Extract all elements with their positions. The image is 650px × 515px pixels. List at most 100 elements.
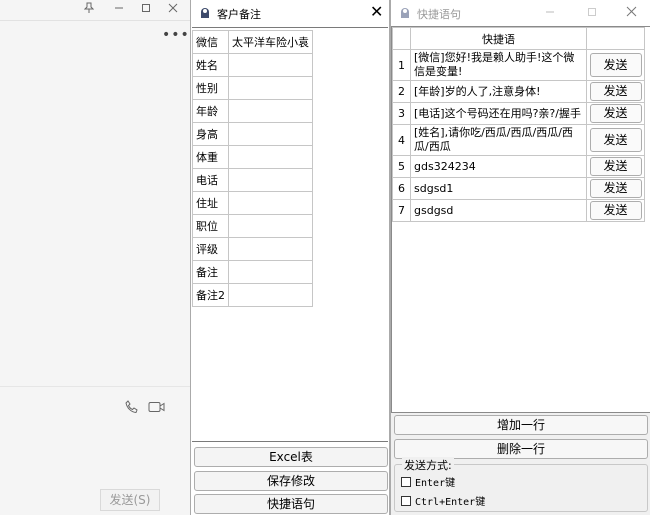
table-row: 4 [姓名],请你吃/西瓜/西瓜/西瓜/西瓜/西瓜 发送 xyxy=(392,124,645,156)
field-value-cell[interactable] xyxy=(228,283,313,307)
minimize-icon[interactable] xyxy=(541,5,559,21)
table-row: 微信 太平洋车险小袁 xyxy=(192,30,313,54)
phrase-cell[interactable]: [年龄]岁的人了,注意身体! xyxy=(410,80,587,103)
ctrl-enter-checkbox[interactable] xyxy=(401,496,411,506)
row-index: 3 xyxy=(392,102,411,125)
excel-button[interactable]: Excel表 xyxy=(194,447,388,467)
phrase-cell[interactable]: [电话]这个号码还在用吗?亲?/握手 xyxy=(410,102,587,125)
field-value-cell[interactable] xyxy=(228,191,313,215)
send-phrase-button[interactable]: 发送 xyxy=(589,179,642,198)
action-cell: 发送 xyxy=(586,199,645,222)
send-mode-legend: 发送方式: xyxy=(402,457,454,473)
row-index: 6 xyxy=(392,177,411,200)
action-cell: 发送 xyxy=(586,124,645,156)
send-mode-group: 发送方式: Enter键 Ctrl+Enter键 xyxy=(394,457,648,512)
table-row: 6 sdgsd1 发送 xyxy=(392,177,645,200)
more-icon[interactable]: ••• xyxy=(162,27,190,43)
table-row: 体重 xyxy=(192,145,313,169)
ctrl-enter-option[interactable]: Ctrl+Enter键 xyxy=(401,493,485,508)
notes-grid: 微信 太平洋车险小袁 姓名 性别 年龄 身高 体重 电话 住址 职位 评级 备注 备注2 xyxy=(192,27,388,442)
quick-title: 快捷语句 xyxy=(417,8,461,21)
send-phrase-button[interactable]: 发送 xyxy=(589,201,642,220)
delete-row-button[interactable]: 删除一行 xyxy=(394,439,648,459)
row-index: 2 xyxy=(392,80,411,103)
action-cell: 发送 xyxy=(586,102,645,125)
table-row: 1 [微信]您好!我是赖人助手!这个微信是变量! 发送 xyxy=(392,49,645,81)
table-row: 职位 xyxy=(192,214,313,238)
table-row: 5 gds324234 发送 xyxy=(392,155,645,178)
table-row: 2 [年龄]岁的人了,注意身体! 发送 xyxy=(392,80,645,103)
field-label: 身高 xyxy=(192,122,229,146)
add-row-button[interactable]: 增加一行 xyxy=(394,415,648,435)
notes-titlebar: 客户备注 ✕ xyxy=(191,0,389,26)
chat-window: ••• 发送(S) xyxy=(0,0,190,515)
table-row: 备注2 xyxy=(192,283,313,307)
enter-option-label: Enter键 xyxy=(415,478,456,489)
maximize-icon[interactable] xyxy=(137,2,155,18)
ctrl-enter-option-label: Ctrl+Enter键 xyxy=(415,497,486,508)
phrase-cell[interactable]: sdgsd1 xyxy=(410,177,587,200)
phrase-cell[interactable]: [姓名],请你吃/西瓜/西瓜/西瓜/西瓜/西瓜 xyxy=(410,124,587,156)
row-index: 4 xyxy=(392,124,411,156)
close-icon[interactable]: ✕ xyxy=(370,3,383,21)
phrase-cell[interactable]: [微信]您好!我是赖人助手!这个微信是变量! xyxy=(410,49,587,81)
send-phrase-button[interactable]: 发送 xyxy=(589,82,642,101)
field-value-cell[interactable]: 太平洋车险小袁 xyxy=(228,30,313,54)
action-cell: 发送 xyxy=(586,80,645,103)
quick-phrases-button[interactable]: 快捷语句 xyxy=(194,494,388,514)
minimize-icon[interactable] xyxy=(110,2,128,18)
table-row: 3 [电话]这个号码还在用吗?亲?/握手 发送 xyxy=(392,102,645,125)
app-icon xyxy=(399,6,411,22)
save-changes-button[interactable]: 保存修改 xyxy=(194,471,388,491)
send-phrase-button[interactable]: 发送 xyxy=(589,104,642,123)
field-value-cell[interactable] xyxy=(228,214,313,238)
maximize-icon[interactable] xyxy=(583,5,601,21)
field-label: 姓名 xyxy=(192,53,229,77)
field-label: 性别 xyxy=(192,76,229,100)
phone-icon[interactable] xyxy=(124,399,140,418)
field-value-cell[interactable] xyxy=(228,260,313,284)
field-value-cell[interactable] xyxy=(228,168,313,192)
send-button[interactable]: 发送(S) xyxy=(100,489,160,511)
send-phrase-button[interactable]: 发送 xyxy=(589,53,642,77)
send-phrase-button[interactable]: 发送 xyxy=(589,128,642,152)
quick-titlebar: 快捷语句 xyxy=(391,0,650,26)
table-row: 性别 xyxy=(192,76,313,100)
close-icon[interactable] xyxy=(622,5,640,21)
send-phrase-button[interactable]: 发送 xyxy=(589,157,642,176)
field-value-cell[interactable] xyxy=(228,237,313,261)
phrase-cell[interactable]: gds324234 xyxy=(410,155,587,178)
divider xyxy=(0,386,190,387)
customer-notes-window: 客户备注 ✕ 微信 太平洋车险小袁 姓名 性别 年龄 身高 体重 电话 住址 职位 评级 备注 备注2 … xyxy=(190,0,390,515)
field-value-cell[interactable] xyxy=(228,122,313,146)
table-row: 身高 xyxy=(192,122,313,146)
table-row: 年龄 xyxy=(192,99,313,123)
pin-icon[interactable] xyxy=(80,2,98,18)
index-column-header xyxy=(392,27,411,50)
field-label: 评级 xyxy=(192,237,229,261)
notes-title: 客户备注 xyxy=(217,8,261,21)
app-icon xyxy=(199,6,211,22)
divider xyxy=(0,20,190,21)
chat-titlebar xyxy=(0,0,190,20)
action-column-header xyxy=(586,27,645,50)
phrase-column-header: 快捷语 xyxy=(410,27,587,50)
field-value-cell[interactable] xyxy=(228,53,313,77)
row-index: 5 xyxy=(392,155,411,178)
table-row: 备注 xyxy=(192,260,313,284)
close-icon[interactable] xyxy=(164,2,182,18)
action-cell: 发送 xyxy=(586,177,645,200)
field-value-cell[interactable] xyxy=(228,145,313,169)
quick-phrases-grid: 快捷语 1 [微信]您好!我是赖人助手!这个微信是变量! 发送 2 [年龄]岁的人了,注… xyxy=(391,26,650,413)
table-row: 住址 xyxy=(192,191,313,215)
enter-option[interactable]: Enter键 xyxy=(401,474,455,489)
row-index: 7 xyxy=(392,199,411,222)
row-index: 1 xyxy=(392,49,411,81)
action-cell: 发送 xyxy=(586,49,645,81)
field-label: 体重 xyxy=(192,145,229,169)
enter-checkbox[interactable] xyxy=(401,477,411,487)
phrase-cell[interactable]: gsdgsd xyxy=(410,199,587,222)
video-icon[interactable] xyxy=(148,401,166,416)
field-value-cell[interactable] xyxy=(228,99,313,123)
field-value-cell[interactable] xyxy=(228,76,313,100)
